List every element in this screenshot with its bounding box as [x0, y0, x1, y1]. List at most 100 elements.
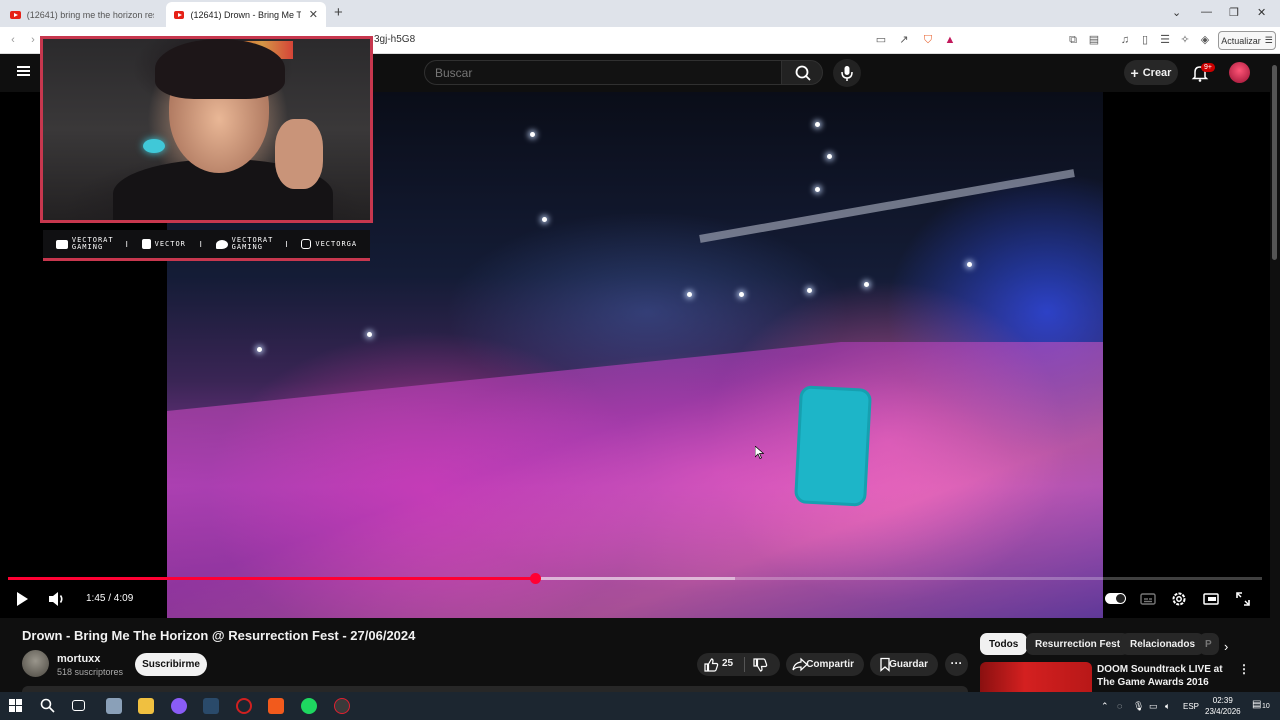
tray-chevron-icon[interactable]: ⌃	[1101, 701, 1109, 712]
music-icon[interactable]: ♫	[1118, 33, 1132, 47]
cast-icon[interactable]: ▭	[874, 33, 888, 47]
bookmarks-icon[interactable]: ☰	[1158, 33, 1172, 47]
subscriber-count: 518 suscriptores	[57, 667, 124, 677]
chip-all[interactable]: Todos	[980, 633, 1028, 655]
opera-app-icon[interactable]	[236, 698, 252, 714]
avatar[interactable]	[1229, 62, 1250, 83]
theater-mode-icon[interactable]	[1202, 590, 1220, 608]
play-icon[interactable]	[14, 591, 30, 607]
minimize-button[interactable]: —	[1201, 6, 1212, 18]
youtube-favicon-icon	[10, 10, 21, 19]
autoplay-toggle[interactable]	[1105, 593, 1126, 604]
stage-light	[815, 187, 820, 192]
dislike-icon[interactable]	[752, 658, 768, 673]
share-button[interactable]: Compartir	[786, 653, 864, 676]
update-label: Actualizar	[1221, 35, 1261, 46]
channel-avatar[interactable]	[22, 650, 49, 677]
more-actions-button[interactable]: ···	[945, 653, 968, 676]
notification-center-icon[interactable]: ▤	[1252, 699, 1261, 710]
social-instagram: VECTORGA	[301, 239, 357, 249]
progress-bar[interactable]	[8, 573, 1262, 584]
update-button[interactable]: Actualizar ☰	[1218, 31, 1276, 50]
steam-app-icon[interactable]	[203, 698, 219, 714]
ai-sparkle-icon[interactable]: ✧	[1178, 33, 1192, 47]
chip-related[interactable]: Relacionados	[1121, 633, 1205, 655]
youtube-icon	[55, 239, 68, 249]
social-label: VECTORAT GAMING	[231, 236, 274, 251]
network-icon[interactable]: ▭	[1149, 701, 1158, 712]
stage-light	[687, 292, 692, 297]
headphone-light	[143, 139, 165, 153]
new-tab-button[interactable]: +	[334, 4, 343, 21]
task-view-icon[interactable]	[72, 700, 85, 711]
reading-list-icon[interactable]: ▤	[1087, 33, 1101, 47]
spotify-app-icon[interactable]	[301, 698, 317, 714]
create-button[interactable]: + Crear	[1124, 60, 1178, 85]
settings-gear-icon[interactable]	[1170, 590, 1188, 608]
tray-mic-icon[interactable]: 🎙︎	[1133, 701, 1144, 712]
volume-icon[interactable]	[47, 590, 67, 608]
sidebar-icon[interactable]: ▯	[1138, 33, 1152, 47]
save-button[interactable]: Guardar	[870, 653, 938, 676]
brave-app-icon[interactable]	[268, 698, 284, 714]
mouse-cursor-icon	[755, 446, 764, 459]
rewards-triangle-icon[interactable]: ▲	[943, 33, 957, 47]
notification-count: 10	[1262, 703, 1270, 710]
chip-resurrection-fest[interactable]: Resurrection Fest	[1026, 633, 1130, 655]
stage-light	[864, 282, 869, 287]
like-icon[interactable]	[703, 657, 719, 672]
back-icon[interactable]: ‹	[6, 33, 20, 47]
recommendation-title[interactable]: DOOM Soundtrack LIVE at The Game Awards …	[1097, 663, 1232, 689]
phone-in-crowd	[793, 385, 873, 507]
search-icon	[795, 65, 811, 81]
chevron-down-icon[interactable]: ⌄	[1172, 6, 1181, 19]
file-explorer-icon[interactable]	[138, 698, 154, 714]
subscribe-button[interactable]: Suscribirme	[135, 653, 207, 676]
search-button[interactable]	[781, 60, 823, 85]
plus-icon: +	[1130, 64, 1139, 81]
close-window-button[interactable]: ✕	[1257, 6, 1266, 19]
extensions-icon[interactable]: ⧉	[1066, 33, 1080, 47]
webcam-overlay	[40, 36, 373, 223]
separator: I	[285, 239, 288, 249]
hamburger-menu-icon[interactable]	[17, 66, 30, 76]
windows-start-icon[interactable]	[9, 699, 22, 712]
search-box	[424, 60, 782, 85]
voice-search-button[interactable]	[833, 59, 861, 87]
stage-light	[542, 217, 547, 222]
forward-icon[interactable]: ›	[26, 33, 40, 47]
notification-badge: 9+	[1201, 63, 1215, 72]
restore-button[interactable]: ❐	[1229, 6, 1239, 19]
clock-date: 23/4/2026	[1205, 707, 1241, 716]
channel-name[interactable]: mortuxx	[57, 653, 100, 665]
menu-icon: ☰	[1264, 35, 1273, 45]
close-tab-icon[interactable]: ✕	[309, 8, 318, 21]
recommendation-thumbnail[interactable]	[980, 662, 1092, 692]
share-page-icon[interactable]: ↗	[897, 33, 911, 47]
vpn-icon[interactable]: ◈	[1198, 33, 1212, 47]
chip-partial[interactable]: P	[1199, 633, 1219, 655]
clock[interactable]: 02:39 23/4/2026	[1205, 695, 1241, 717]
discord-app-icon[interactable]	[171, 698, 187, 714]
tray-app-icon[interactable]: ◌	[1117, 701, 1122, 711]
url-field[interactable]: 3gj-h5G8	[374, 34, 415, 45]
search-icon[interactable]	[40, 698, 55, 713]
scrollbar-thumb[interactable]	[1272, 65, 1277, 260]
twitter-icon	[215, 239, 228, 249]
search-input[interactable]	[425, 61, 781, 84]
speaker-icon[interactable]: 🔈︎	[1165, 701, 1170, 712]
browser-tab-active[interactable]: (12641) Drown - Bring Me The H ✕	[166, 2, 326, 27]
chevron-right-icon[interactable]: ›	[1224, 639, 1228, 654]
browser-tab[interactable]: (12641) bring me the horizon resurre	[2, 2, 162, 27]
separator: I	[125, 239, 128, 249]
fullscreen-icon[interactable]	[1234, 590, 1252, 608]
terminal-app-icon[interactable]	[106, 698, 122, 714]
stage-light	[367, 332, 372, 337]
obs-app-icon[interactable]	[334, 698, 350, 714]
recommendation-menu-icon[interactable]: ⋮	[1238, 662, 1250, 676]
progress-scrubber[interactable]	[529, 573, 541, 584]
streamer-hair	[155, 39, 285, 99]
shield-icon[interactable]: ⛉	[921, 33, 935, 47]
language-indicator[interactable]: ESP	[1183, 702, 1199, 711]
subtitles-icon[interactable]	[1139, 590, 1157, 608]
